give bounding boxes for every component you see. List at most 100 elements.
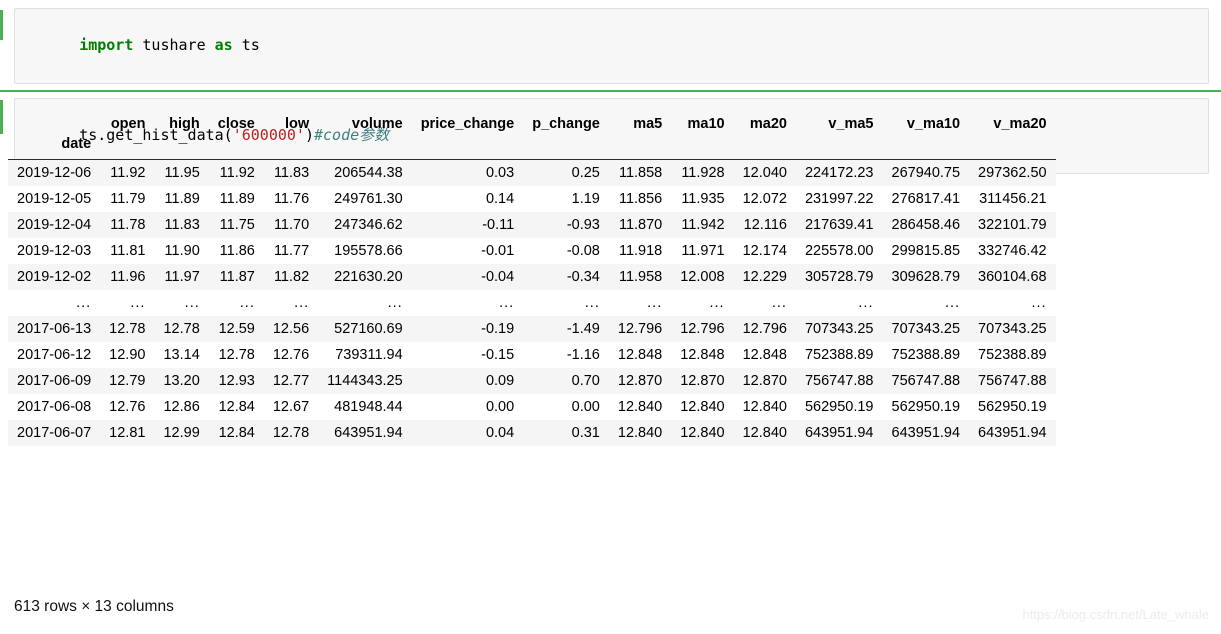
- table-cell: 286458.46: [883, 212, 970, 238]
- table-cell: 322101.79: [969, 212, 1056, 238]
- table-cell: 276817.41: [883, 186, 970, 212]
- index-row-pad-5: [318, 134, 412, 160]
- table-cell: 11.83: [154, 212, 208, 238]
- table-row-index: 2017-06-09: [8, 368, 100, 394]
- table-cell: 11.96: [100, 264, 154, 290]
- table-cell: 13.14: [154, 342, 208, 368]
- table-cell: ...: [734, 290, 796, 316]
- table-cell: 11.78: [100, 212, 154, 238]
- table-cell: 643951.94: [796, 420, 883, 446]
- column-header-ma5: ma5: [609, 112, 671, 134]
- table-cell: 752388.89: [969, 342, 1056, 368]
- table-cell: 12.93: [209, 368, 264, 394]
- table-cell: 12.840: [609, 394, 671, 420]
- cell-selection-bar: [0, 10, 3, 40]
- table-row: ........................................…: [8, 290, 1056, 316]
- column-header-volume: volume: [318, 112, 412, 134]
- table-cell: 12.848: [609, 342, 671, 368]
- watermark-label: https://blog.csdn.net/Late_whale: [1023, 607, 1209, 622]
- table-cell: 11.97: [154, 264, 208, 290]
- table-cell: 0.00: [412, 394, 524, 420]
- code-cell-import[interactable]: import tushare as ts: [0, 0, 1221, 84]
- index-name-row: date: [8, 134, 1056, 160]
- table-cell: 12.840: [671, 420, 733, 446]
- column-header-close: close: [209, 112, 264, 134]
- table-cell: 11.870: [609, 212, 671, 238]
- column-header-price-change: price_change: [412, 112, 524, 134]
- code-token-keyword: import: [79, 36, 133, 54]
- table-cell: 11.82: [264, 264, 318, 290]
- code-cell-import-input[interactable]: import tushare as ts: [14, 8, 1209, 84]
- table-cell: 12.76: [264, 342, 318, 368]
- table-cell: 12.59: [209, 316, 264, 342]
- table-cell: ...: [209, 290, 264, 316]
- index-row-pad-3: [209, 134, 264, 160]
- table-cell: 224172.23: [796, 160, 883, 187]
- index-row-pad-8: [609, 134, 671, 160]
- table-cell: 11.70: [264, 212, 318, 238]
- table-row: 2017-06-0912.7913.2012.9312.771144343.25…: [8, 368, 1056, 394]
- table-cell: -0.15: [412, 342, 524, 368]
- index-row-pad-2: [154, 134, 208, 160]
- table-cell: 267940.75: [883, 160, 970, 187]
- table-cell: 11.76: [264, 186, 318, 212]
- table-cell: ...: [796, 290, 883, 316]
- table-cell: 12.77: [264, 368, 318, 394]
- table-cell: 752388.89: [796, 342, 883, 368]
- index-row-pad-12: [883, 134, 970, 160]
- dataframe-body: 2019-12-0611.9211.9511.9211.83206544.380…: [8, 160, 1056, 447]
- table-cell: 562950.19: [796, 394, 883, 420]
- table-cell: 11.92: [100, 160, 154, 187]
- index-row-pad-4: [264, 134, 318, 160]
- table-row: 2019-12-0311.8111.9011.8611.77195578.66-…: [8, 238, 1056, 264]
- table-cell: 481948.44: [318, 394, 412, 420]
- table-cell: ...: [523, 290, 609, 316]
- table-row: 2019-12-0511.7911.8911.8911.76249761.300…: [8, 186, 1056, 212]
- column-header-p-change: p_change: [523, 112, 609, 134]
- table-cell: 12.840: [734, 420, 796, 446]
- table-cell: 1144343.25: [318, 368, 412, 394]
- table-cell: 707343.25: [883, 316, 970, 342]
- column-header-ma20: ma20: [734, 112, 796, 134]
- table-cell: 12.229: [734, 264, 796, 290]
- table-cell: 12.56: [264, 316, 318, 342]
- table-cell: ...: [100, 290, 154, 316]
- table-cell: 756747.88: [969, 368, 1056, 394]
- table-cell: 12.86: [154, 394, 208, 420]
- table-cell: 12.870: [671, 368, 733, 394]
- table-cell: 11.89: [209, 186, 264, 212]
- index-row-pad-10: [734, 134, 796, 160]
- table-cell: 707343.25: [969, 316, 1056, 342]
- column-header-v-ma20: v_ma20: [969, 112, 1056, 134]
- column-header-low: low: [264, 112, 318, 134]
- table-cell: 12.008: [671, 264, 733, 290]
- table-cell: 360104.68: [969, 264, 1056, 290]
- code-token-as-keyword: as: [215, 36, 233, 54]
- table-cell: 299815.85: [883, 238, 970, 264]
- notebook-page: import tushare as ts ts.get_hist_data('6…: [0, 0, 1221, 634]
- table-cell: ...: [264, 290, 318, 316]
- table-cell: 11.856: [609, 186, 671, 212]
- table-cell: 0.25: [523, 160, 609, 187]
- table-cell: 12.840: [609, 420, 671, 446]
- table-cell: 12.84: [209, 420, 264, 446]
- table-cell: -0.04: [412, 264, 524, 290]
- table-cell: 12.848: [671, 342, 733, 368]
- table-cell: 752388.89: [883, 342, 970, 368]
- table-row: 2019-12-0211.9611.9711.8711.82221630.20-…: [8, 264, 1056, 290]
- table-cell: 643951.94: [883, 420, 970, 446]
- dataframe-head: open high close low volume price_change …: [8, 112, 1056, 160]
- table-cell: 247346.62: [318, 212, 412, 238]
- table-cell: 11.79: [100, 186, 154, 212]
- table-cell: 12.796: [609, 316, 671, 342]
- table-cell: 11.83: [264, 160, 318, 187]
- code-token-alias: ts: [233, 36, 260, 54]
- table-cell: -1.49: [523, 316, 609, 342]
- table-cell: 12.78: [264, 420, 318, 446]
- table-row-index: 2017-06-13: [8, 316, 100, 342]
- table-row-index: ...: [8, 290, 100, 316]
- table-cell: -0.19: [412, 316, 524, 342]
- index-row-pad-6: [412, 134, 524, 160]
- table-row: 2017-06-1312.7812.7812.5912.56527160.69-…: [8, 316, 1056, 342]
- column-header-ma10: ma10: [671, 112, 733, 134]
